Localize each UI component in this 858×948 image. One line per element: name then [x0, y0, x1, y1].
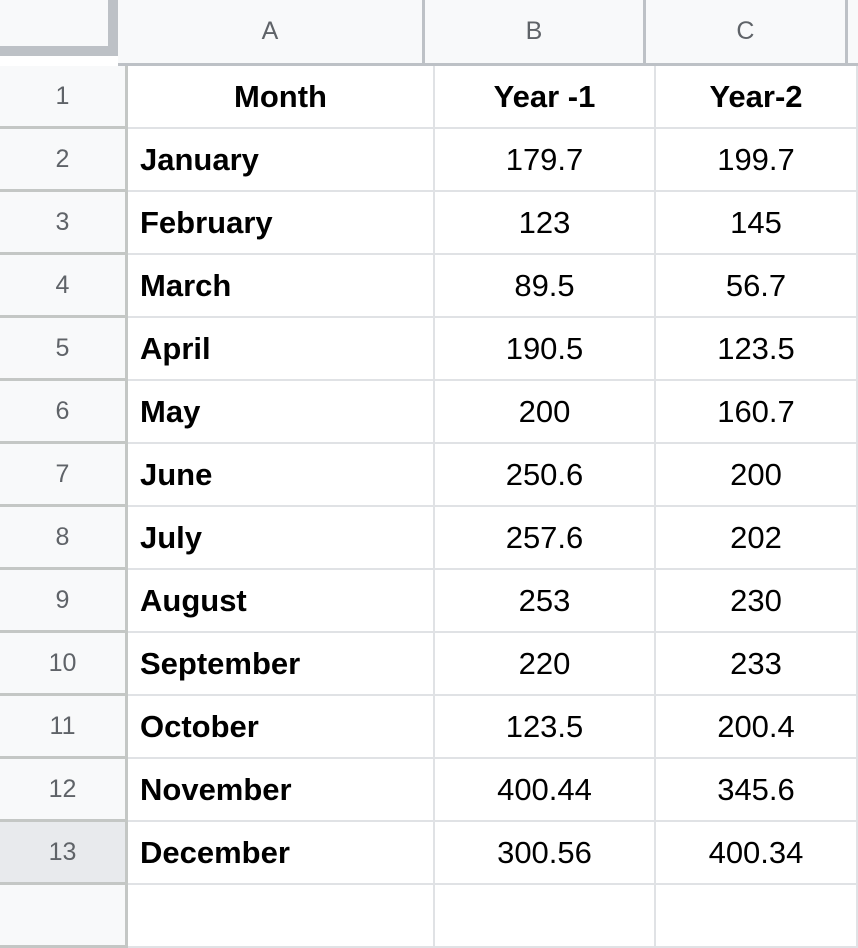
- cell-b12[interactable]: 400.44: [435, 759, 656, 822]
- cell-c12[interactable]: 345.6: [656, 759, 858, 822]
- cell-a12[interactable]: November: [128, 759, 435, 822]
- table-row: 5 April 190.5 123.5: [0, 318, 858, 381]
- grid-body: 1 Month Year -1 Year-2 2 January 179.7 1…: [0, 66, 858, 948]
- column-header-a[interactable]: A: [118, 0, 425, 66]
- cell-b8[interactable]: 257.6: [435, 507, 656, 570]
- table-row: 6 May 200 160.7: [0, 381, 858, 444]
- cell-a5[interactable]: April: [128, 318, 435, 381]
- cell-b3[interactable]: 123: [435, 192, 656, 255]
- cell-a2[interactable]: January: [128, 129, 435, 192]
- table-row: 12 November 400.44 345.6: [0, 759, 858, 822]
- table-row: 9 August 253 230: [0, 570, 858, 633]
- row-header-8[interactable]: 8: [0, 507, 128, 570]
- cell-a8[interactable]: July: [128, 507, 435, 570]
- cell-a1[interactable]: Month: [128, 66, 435, 129]
- cell-a10[interactable]: September: [128, 633, 435, 696]
- cell-c7[interactable]: 200: [656, 444, 858, 507]
- cell-c14[interactable]: [656, 885, 858, 948]
- cell-b5[interactable]: 190.5: [435, 318, 656, 381]
- cell-a13[interactable]: December: [128, 822, 435, 885]
- row-header-5[interactable]: 5: [0, 318, 128, 381]
- cell-b2[interactable]: 179.7: [435, 129, 656, 192]
- row-header-7[interactable]: 7: [0, 444, 128, 507]
- cell-c6[interactable]: 160.7: [656, 381, 858, 444]
- row-header-14[interactable]: [0, 885, 128, 948]
- cell-c3[interactable]: 145: [656, 192, 858, 255]
- table-row: 8 July 257.6 202: [0, 507, 858, 570]
- table-row: 7 June 250.6 200: [0, 444, 858, 507]
- row-header-1[interactable]: 1: [0, 66, 128, 129]
- row-header-9[interactable]: 9: [0, 570, 128, 633]
- cell-c11[interactable]: 200.4: [656, 696, 858, 759]
- cell-a6[interactable]: May: [128, 381, 435, 444]
- table-row: 10 September 220 233: [0, 633, 858, 696]
- table-row: 13 December 300.56 400.34: [0, 822, 858, 885]
- row-header-11[interactable]: 11: [0, 696, 128, 759]
- cell-b9[interactable]: 253: [435, 570, 656, 633]
- cell-b4[interactable]: 89.5: [435, 255, 656, 318]
- row-header-6[interactable]: 6: [0, 381, 128, 444]
- column-header-overflow: [848, 0, 858, 66]
- table-row: 2 January 179.7 199.7: [0, 129, 858, 192]
- cell-a4[interactable]: March: [128, 255, 435, 318]
- cell-c2[interactable]: 199.7: [656, 129, 858, 192]
- row-header-4[interactable]: 4: [0, 255, 128, 318]
- table-row: 3 February 123 145: [0, 192, 858, 255]
- row-header-3[interactable]: 3: [0, 192, 128, 255]
- cell-c5[interactable]: 123.5: [656, 318, 858, 381]
- cell-b10[interactable]: 220: [435, 633, 656, 696]
- table-row-partial: [0, 885, 858, 948]
- cell-a9[interactable]: August: [128, 570, 435, 633]
- cell-c10[interactable]: 233: [656, 633, 858, 696]
- row-header-13[interactable]: 13: [0, 822, 128, 885]
- table-row: 1 Month Year -1 Year-2: [0, 66, 858, 129]
- cell-a7[interactable]: June: [128, 444, 435, 507]
- row-header-10[interactable]: 10: [0, 633, 128, 696]
- cell-c13[interactable]: 400.34: [656, 822, 858, 885]
- cell-b7[interactable]: 250.6: [435, 444, 656, 507]
- cell-a14[interactable]: [128, 885, 435, 948]
- row-header-12[interactable]: 12: [0, 759, 128, 822]
- table-row: 11 October 123.5 200.4: [0, 696, 858, 759]
- column-header-b[interactable]: B: [425, 0, 646, 66]
- cell-c1[interactable]: Year-2: [656, 66, 858, 129]
- row-header-2[interactable]: 2: [0, 129, 128, 192]
- cell-b11[interactable]: 123.5: [435, 696, 656, 759]
- table-row: 4 March 89.5 56.7: [0, 255, 858, 318]
- cell-a11[interactable]: October: [128, 696, 435, 759]
- column-header-c[interactable]: C: [646, 0, 848, 66]
- cell-c9[interactable]: 230: [656, 570, 858, 633]
- cell-c8[interactable]: 202: [656, 507, 858, 570]
- spreadsheet-grid: A B C 1 Month Year -1 Year-2 2 January 1…: [0, 0, 858, 948]
- select-all-corner[interactable]: [0, 0, 118, 56]
- cell-c4[interactable]: 56.7: [656, 255, 858, 318]
- cell-b13[interactable]: 300.56: [435, 822, 656, 885]
- cell-b1[interactable]: Year -1: [435, 66, 656, 129]
- cell-a3[interactable]: February: [128, 192, 435, 255]
- cell-b14[interactable]: [435, 885, 656, 948]
- column-header-row: A B C: [0, 0, 858, 66]
- cell-b6[interactable]: 200: [435, 381, 656, 444]
